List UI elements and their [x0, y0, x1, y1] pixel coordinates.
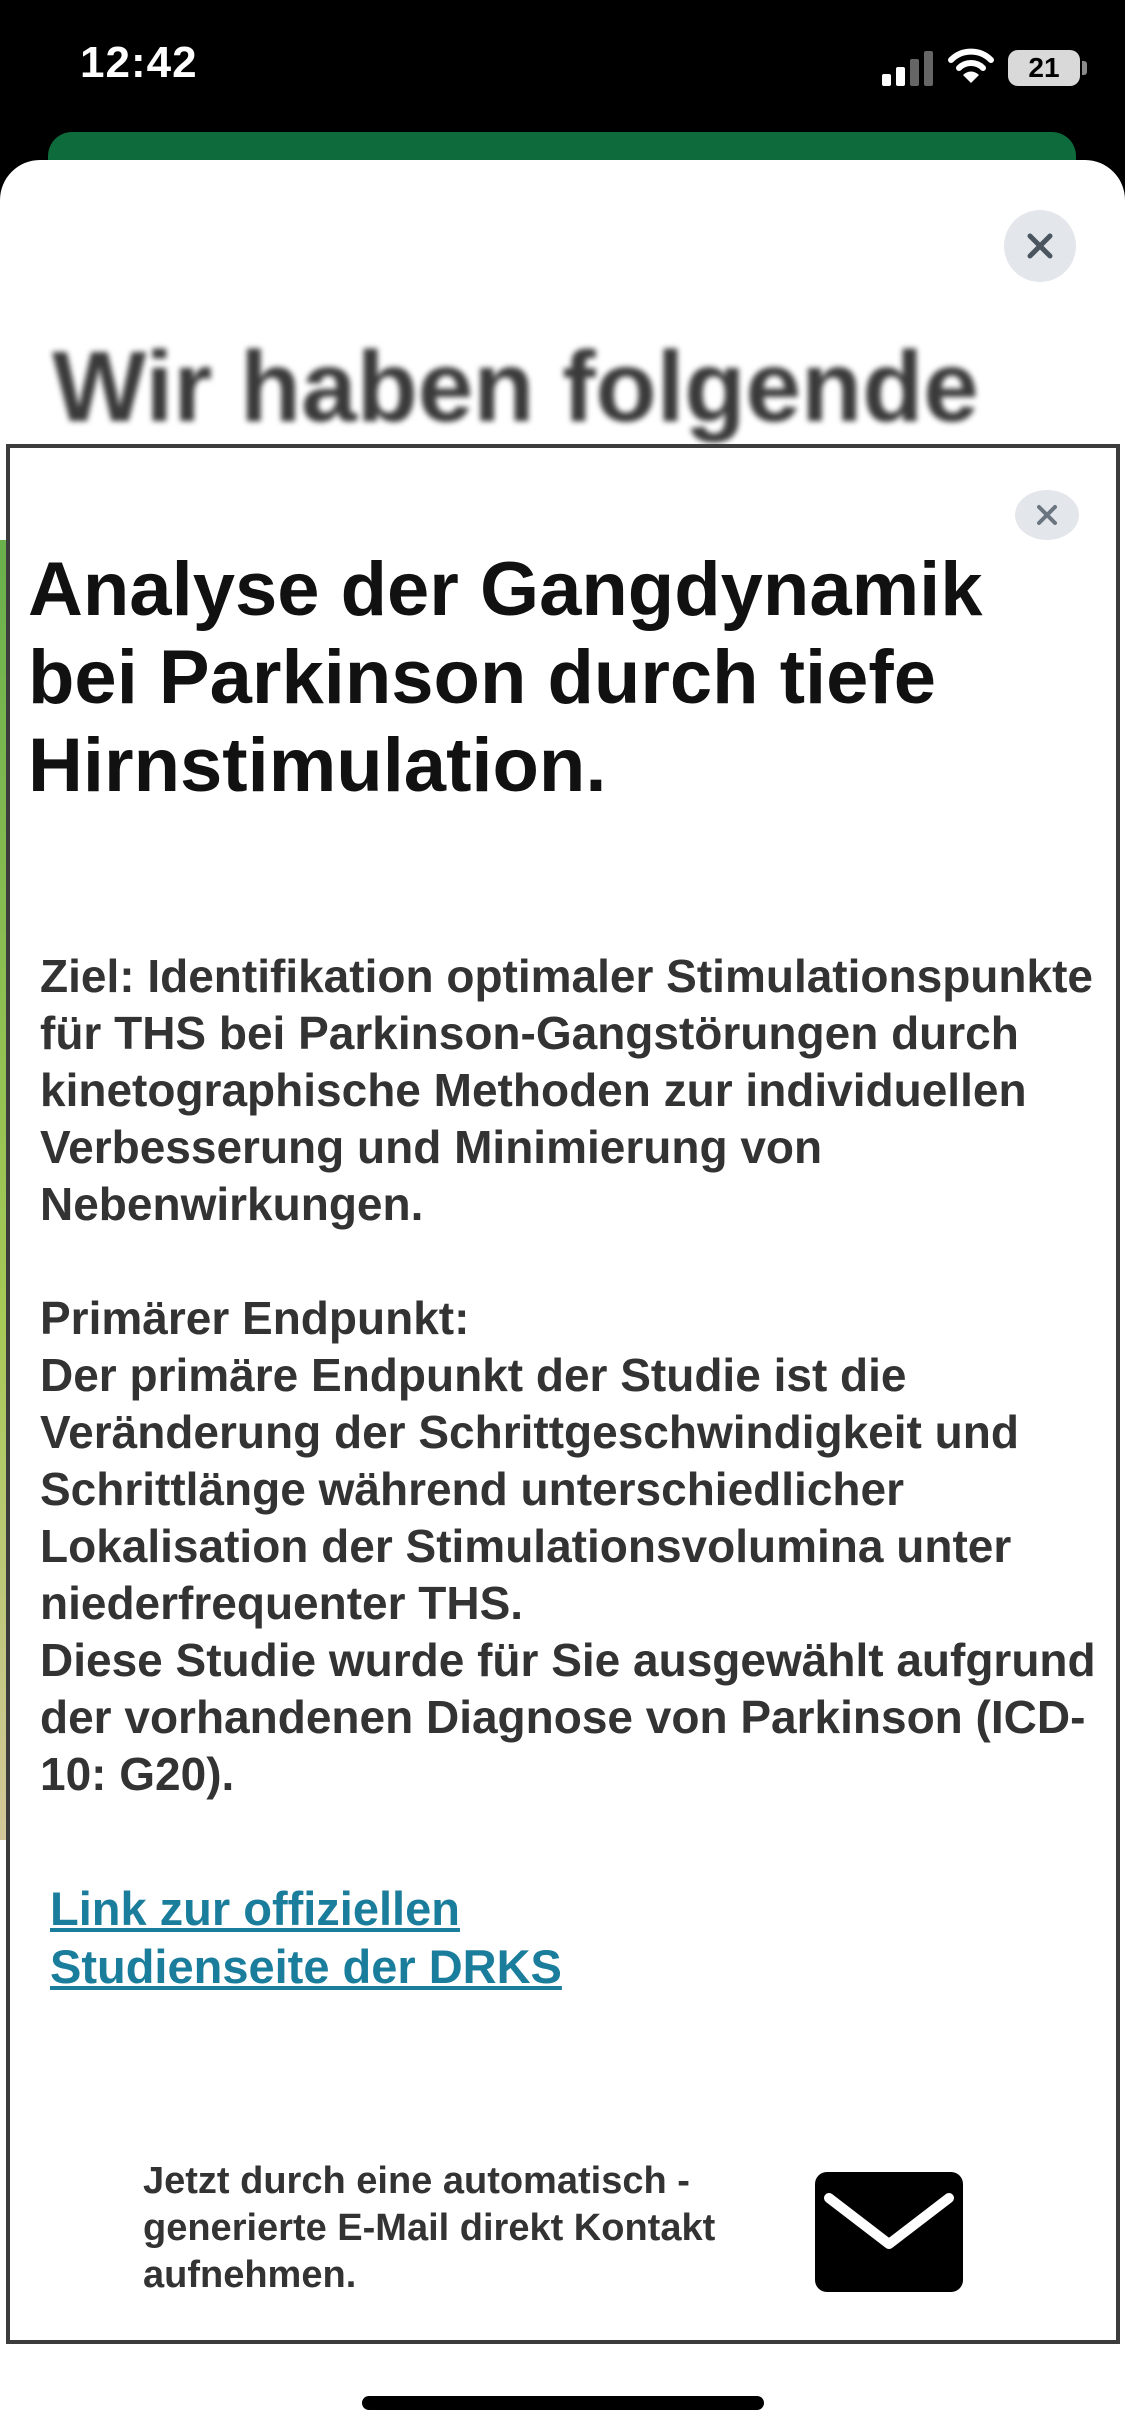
status-time: 12:42 [80, 38, 198, 87]
battery-indicator: 21 [1008, 50, 1080, 86]
close-icon [1037, 505, 1057, 525]
study-objective: Ziel: Identifikation optimaler Stimulati… [40, 950, 1093, 1230]
selection-reason: Diese Studie wurde für Sie ausgewählt au… [40, 1634, 1096, 1800]
status-bar: 12:42 21 [0, 0, 1125, 140]
app-screen: 12:42 21 Wir haben folgende Analyse der … [0, 0, 1125, 2436]
battery-tip [1082, 61, 1087, 75]
email-contact-button[interactable] [815, 2172, 963, 2292]
close-icon [1027, 233, 1053, 259]
endpoint-text: Der primäre Endpunkt der Studie ist die … [40, 1349, 1019, 1629]
wifi-icon [948, 48, 994, 83]
modal-title: Analyse der Gangdynamik bei Parkinson du… [28, 547, 983, 808]
sheet-close-button[interactable] [1004, 210, 1076, 282]
contact-text: Jetzt durch eine automatisch - generiert… [143, 2160, 716, 2296]
modal-close-button[interactable] [1015, 490, 1079, 540]
background-title: Wir haben folgende [52, 331, 979, 443]
endpoint-heading: Primärer Endpunkt: [40, 1292, 470, 1344]
mail-icon [824, 2193, 954, 2249]
signal-icon [882, 51, 933, 86]
drks-study-link[interactable]: Link zur offiziellen Studienseite der DR… [50, 1880, 670, 1996]
home-indicator [362, 2396, 764, 2410]
modal-body: Ziel: Identifikation optimaler Stimulati… [40, 948, 1100, 1803]
